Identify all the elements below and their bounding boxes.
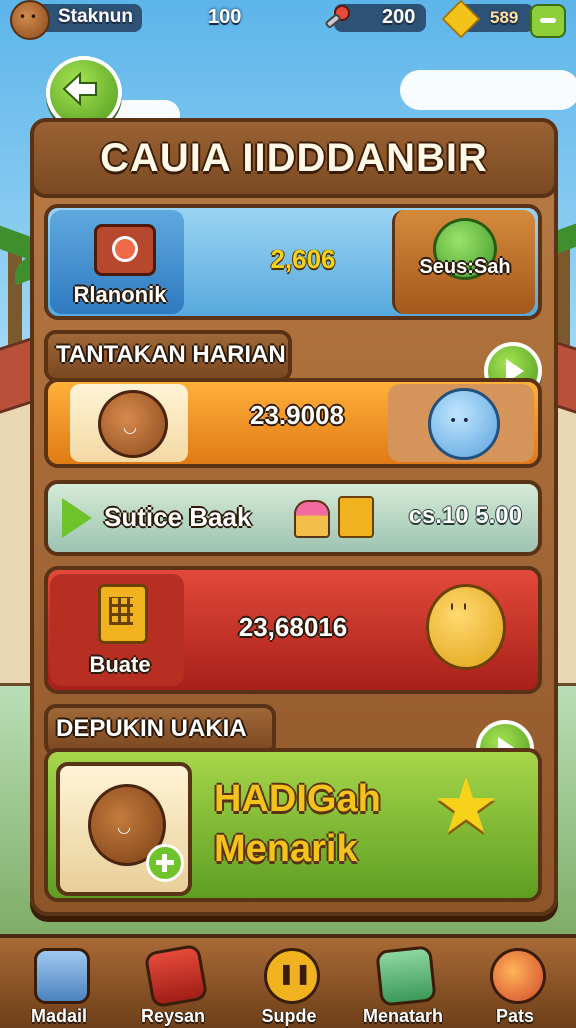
coin-count: 100: [208, 6, 242, 28]
pause-icon: [264, 948, 320, 1004]
key-count: 200: [382, 6, 416, 28]
cloud-decoration: [400, 70, 576, 110]
add-gems-button[interactable]: [530, 4, 566, 38]
bottom-navigation: Madail Reysan Supde Menatarh Pats: [0, 934, 576, 1028]
key-icon: [325, 5, 350, 28]
resource-bar: Staknun 100 200 589: [0, 0, 576, 40]
shop-row[interactable]: Sutice Baak cs.10 5.00: [44, 480, 542, 556]
shop-price: cs.10 5.00: [408, 502, 522, 529]
reward-title-line1: HADIGah: [214, 778, 381, 820]
smiley-face-icon: [426, 584, 506, 670]
cat-tile: [388, 384, 534, 462]
fox-pet-icon: [98, 390, 168, 458]
star-icon: ★: [432, 761, 501, 850]
player-name: Staknun: [58, 6, 133, 27]
reward-title-line2: Menarik: [214, 828, 358, 870]
add-pet-button[interactable]: [146, 844, 184, 882]
nav-item-pats[interactable]: Pats: [460, 944, 570, 1028]
nav-item-supde[interactable]: Supde: [234, 944, 344, 1028]
gem-count: 589: [490, 8, 519, 27]
nav-item-reysan[interactable]: Reysan: [118, 943, 228, 1028]
page-title: CAUIA IIDDDANBIR: [100, 136, 488, 180]
cupcake-icon: [294, 500, 330, 538]
camera-label: Rlanonik: [73, 282, 167, 307]
camera-icon: [94, 224, 156, 276]
bonus-label: DEPUKIN UAKIA: [56, 715, 247, 742]
slime-tile[interactable]: Seus:Sah: [392, 210, 535, 314]
crate-label: Buate: [89, 652, 151, 677]
camera-reward-row[interactable]: Rlanonik 2,606 Seus:Sah: [44, 204, 542, 320]
title-board: CAUIA IIDDDANBIR: [30, 118, 558, 198]
daily-challenge-label: TANTAKAN HARIAN: [56, 341, 286, 368]
daily-challenge-tag: TANTAKAN HARIAN: [44, 330, 292, 382]
pencil-icon: [375, 945, 437, 1007]
fox-tile: [70, 384, 188, 462]
crate-row[interactable]: Buate 23,68016: [44, 566, 542, 694]
camera-value: 2,606: [270, 244, 336, 274]
arrow-left-icon: [62, 71, 97, 107]
reward-row[interactable]: HADIGah Menarik ★: [44, 748, 542, 902]
crate-tile[interactable]: Buate: [50, 574, 184, 686]
slime-label: Seus:Sah: [419, 256, 511, 278]
pet-icon: [490, 948, 546, 1004]
gift-box-icon: [338, 496, 374, 538]
camera-tile[interactable]: Rlanonik: [50, 210, 184, 314]
daily-challenge-value: 23.9008: [250, 400, 344, 430]
nav-item-madail[interactable]: Madail: [4, 944, 114, 1028]
daily-challenge-row[interactable]: 23.9008: [44, 378, 542, 468]
player-avatar-icon[interactable]: [10, 0, 50, 40]
blue-cat-pet-icon: [428, 388, 500, 460]
crate-value: 23,68016: [238, 612, 348, 642]
crate-icon: [98, 584, 148, 644]
gift-icon: [143, 943, 209, 1009]
play-arrow-icon: [62, 498, 92, 538]
nav-item-menatarh[interactable]: Menatarh: [348, 944, 458, 1028]
map-icon: [34, 948, 90, 1004]
shop-label: Sutice Baak: [104, 502, 252, 532]
